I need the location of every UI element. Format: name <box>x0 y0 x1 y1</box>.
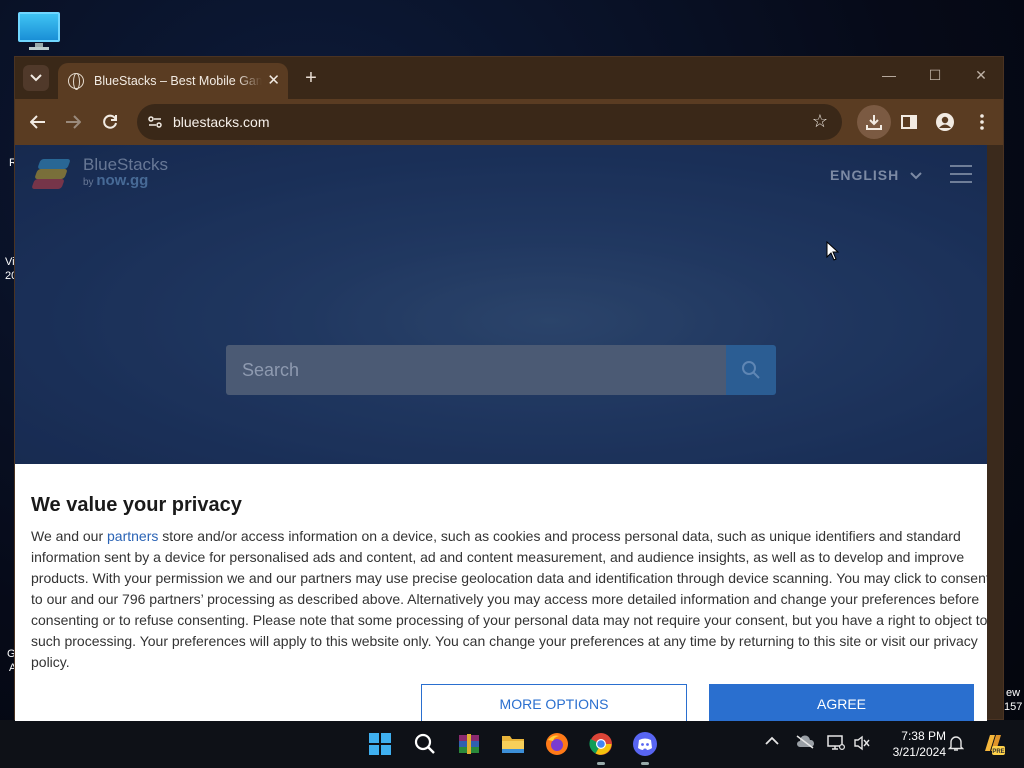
consent-heading: We value your privacy <box>31 494 242 516</box>
winrar-app[interactable] <box>453 728 485 760</box>
url-text: bluestacks.com <box>173 114 270 130</box>
side-panel-button[interactable] <box>896 109 922 135</box>
brand-partner: now.gg <box>96 172 149 189</box>
tab-bar: BlueStacks – Best Mobile Gaming Platform… <box>15 57 1003 99</box>
bell-icon <box>947 736 965 751</box>
close-window-button[interactable]: ✕ <box>969 67 993 84</box>
browser-toolbar: bluestacks.com ☆ <box>15 99 1003 145</box>
forward-button[interactable] <box>60 109 86 135</box>
page-viewport: BlueStacks by now.gg ENGLISH We value yo… <box>15 145 987 721</box>
speaker-muted-icon <box>854 735 870 751</box>
partners-link[interactable]: partners <box>107 528 158 544</box>
hamburger-menu-icon[interactable] <box>950 165 972 183</box>
hero-banner <box>15 145 987 465</box>
chrome-icon <box>589 733 612 755</box>
desktop-edge-text: ew <box>1006 687 1021 699</box>
tab-title: BlueStacks – Best Mobile Gaming Platform <box>94 74 262 88</box>
consent-text-rest: store and/or access information on a dev… <box>31 528 987 670</box>
clock-time: 7:38 PM <box>901 729 946 743</box>
search-button[interactable] <box>726 345 776 395</box>
volume-tray[interactable] <box>853 735 871 754</box>
browser-tab[interactable]: BlueStacks – Best Mobile Gaming Platform… <box>58 63 288 99</box>
minimize-button[interactable]: — <box>877 67 901 83</box>
notifications-button[interactable] <box>947 734 965 755</box>
copilot-button[interactable]: PRE <box>980 731 1006 760</box>
bluestacks-logo[interactable]: BlueStacks by now.gg <box>31 155 169 191</box>
tab-search-button[interactable] <box>23 65 49 91</box>
arrow-right-icon <box>66 115 81 129</box>
search-taskbar-button[interactable] <box>409 728 441 760</box>
chevron-up-icon <box>765 736 779 745</box>
running-indicator <box>641 762 649 765</box>
search-field[interactable] <box>226 345 726 395</box>
svg-text:PRE: PRE <box>992 749 1004 755</box>
language-selector[interactable]: ENGLISH <box>830 167 922 183</box>
back-button[interactable] <box>25 109 51 135</box>
clock-date: 3/21/2024 <box>892 745 946 759</box>
discord-app[interactable] <box>629 728 661 765</box>
site-info-icon[interactable] <box>147 114 163 130</box>
kebab-menu-icon <box>980 114 984 130</box>
show-hidden-icons-button[interactable] <box>765 733 779 749</box>
reload-icon <box>103 114 117 129</box>
desktop-edge-text: 157 <box>1004 701 1023 713</box>
search-icon <box>742 361 760 379</box>
chrome-app[interactable] <box>585 728 617 765</box>
globe-icon <box>68 73 84 90</box>
taskbar: 7:38 PM 3/21/2024 PRE <box>0 720 1024 768</box>
chevron-down-icon <box>910 172 922 180</box>
firefox-icon <box>546 733 568 755</box>
profile-icon <box>936 113 954 131</box>
system-clock[interactable]: 7:38 PM 3/21/2024 <box>880 728 946 760</box>
close-tab-icon[interactable]: ✕ <box>267 72 280 90</box>
search-icon <box>414 733 435 754</box>
file-explorer-icon <box>502 736 524 753</box>
bookmark-star-icon[interactable]: ☆ <box>812 111 828 132</box>
side-panel-icon <box>901 115 917 129</box>
consent-body: We and our partners store and/or access … <box>31 526 987 673</box>
language-label: ENGLISH <box>830 167 900 183</box>
discord-icon <box>633 732 657 756</box>
bluestacks-logo-icon <box>31 157 73 191</box>
firefox-app[interactable] <box>541 728 573 760</box>
maximize-button[interactable]: ☐ <box>923 67 947 84</box>
start-icon <box>369 733 391 755</box>
downloads-button[interactable] <box>857 105 891 139</box>
file-explorer-app[interactable] <box>497 728 529 760</box>
arrow-left-icon <box>30 115 45 129</box>
monitor-icon <box>827 735 846 751</box>
download-icon <box>866 115 882 130</box>
brand-by: by <box>83 177 94 188</box>
running-indicator <box>597 762 605 765</box>
browser-window: BlueStacks – Best Mobile Gaming Platform… <box>14 56 1004 721</box>
address-bar[interactable]: bluestacks.com ☆ <box>137 104 842 140</box>
profile-button[interactable] <box>932 109 958 135</box>
copilot-icon: PRE <box>985 735 1005 755</box>
onedrive-tray[interactable] <box>795 735 815 752</box>
privacy-consent-dialog: We value your privacy We and our partner… <box>15 464 987 721</box>
new-tab-button[interactable]: + <box>298 65 324 91</box>
this-pc-icon[interactable] <box>17 10 61 50</box>
chrome-menu-button[interactable] <box>969 109 995 135</box>
start-button[interactable] <box>364 728 396 760</box>
winrar-icon <box>459 734 479 754</box>
cloud-offline-icon <box>796 735 815 749</box>
brand-name: BlueStacks <box>83 155 169 174</box>
agree-button[interactable]: AGREE <box>709 684 974 721</box>
reload-button[interactable] <box>97 109 123 135</box>
display-tray[interactable] <box>827 735 846 754</box>
consent-text-start: We and our <box>31 528 108 544</box>
more-options-button[interactable]: MORE OPTIONS <box>421 684 687 721</box>
chevron-down-icon <box>30 74 42 82</box>
search-input[interactable] <box>226 345 726 395</box>
